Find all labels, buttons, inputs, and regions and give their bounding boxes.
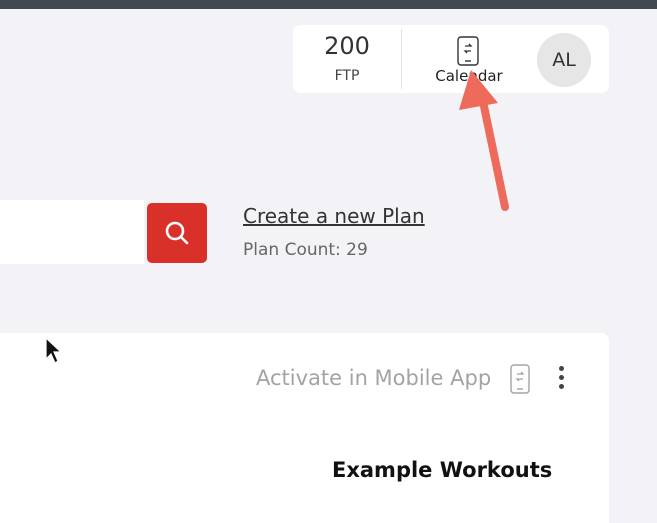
create-plan-link[interactable]: Create a new Plan: [243, 204, 425, 228]
activate-mobile-link[interactable]: Activate in Mobile App: [256, 366, 491, 390]
header-divider: [401, 29, 402, 89]
phone-sync-icon: [457, 36, 479, 66]
calendar-button[interactable]: Calendar: [421, 33, 517, 89]
plan-count: Plan Count: 29: [243, 240, 368, 260]
search-input[interactable]: [0, 200, 144, 264]
ftp-value: 200: [324, 32, 370, 60]
search-button[interactable]: [147, 203, 207, 263]
section-title: Example Workouts: [332, 458, 553, 482]
window-top-strip: [0, 0, 657, 9]
mouse-cursor-icon: [45, 337, 63, 364]
phone-sync-icon[interactable]: [509, 364, 531, 394]
kebab-menu-icon[interactable]: [552, 366, 570, 394]
ftp-label: FTP: [334, 68, 360, 84]
plan-card: [0, 333, 609, 523]
ftp-stat[interactable]: 200 FTP: [293, 25, 401, 93]
header-stats-card: 200 FTP Calendar AL: [293, 25, 609, 93]
user-avatar[interactable]: AL: [537, 33, 591, 87]
calendar-label: Calendar: [435, 67, 503, 85]
search-icon: [165, 221, 189, 245]
